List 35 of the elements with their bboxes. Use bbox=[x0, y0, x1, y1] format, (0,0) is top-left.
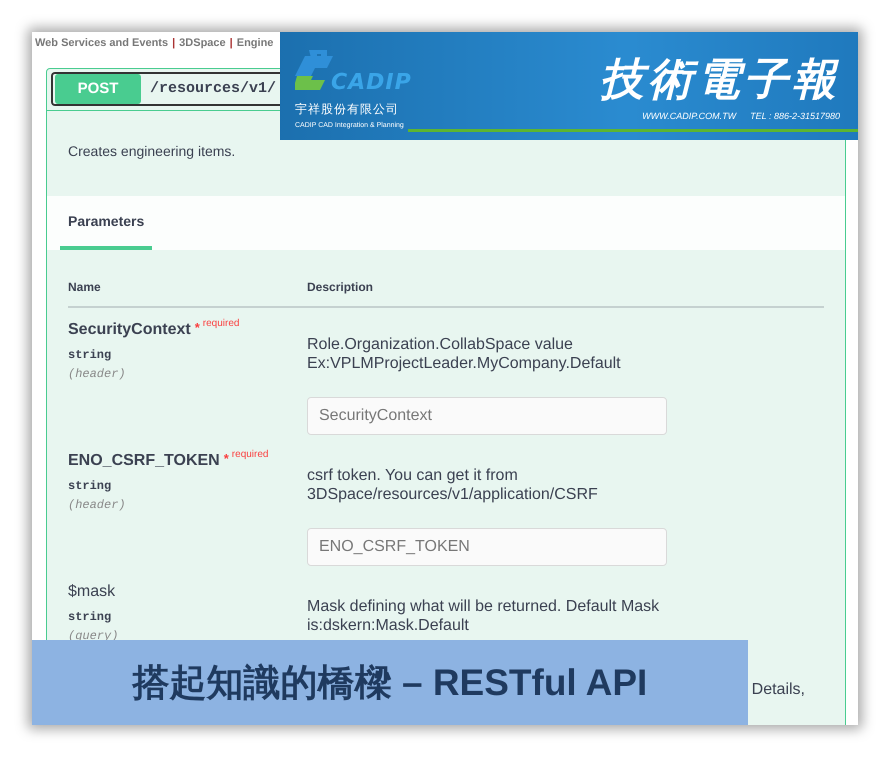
parameters-tab[interactable]: Parameters bbox=[60, 196, 152, 250]
parameter-description: Role.Organization.CollabSpace value Ex:VPLMProjectLeader.MyCompany.Default bbox=[307, 335, 622, 373]
parameter-type: string bbox=[68, 610, 112, 624]
breadcrumb-link[interactable]: Web Services and Events bbox=[35, 34, 168, 52]
newsletter-title: 技術電子報 bbox=[600, 58, 840, 102]
endpoint-path: /resources/v1/ bbox=[149, 78, 276, 99]
website-text: WWW.CADIP.COM.TW bbox=[642, 110, 736, 123]
column-header: Name bbox=[68, 280, 101, 294]
breadcrumb-link[interactable]: 3DSpace bbox=[179, 34, 226, 52]
caption-title: 搭起知識的橋樑 – RESTful API bbox=[132, 660, 648, 705]
parameter-description: csrf token. You can get it from 3DSpace/resources/v1/application/CSRF bbox=[307, 466, 599, 504]
required-asterisk: * bbox=[224, 451, 229, 466]
breadcrumb-link[interactable]: Engine bbox=[236, 34, 274, 52]
parameter-description: Mask defining what will be returned. Default Mask is:dskern:Mask.Default bbox=[307, 597, 660, 635]
parameter-input[interactable]: SecurityContext bbox=[307, 397, 667, 435]
required-label: required bbox=[202, 318, 240, 329]
method-badge: POST bbox=[55, 74, 141, 104]
parameter-input[interactable]: ENO_CSRF_TOKEN bbox=[307, 528, 667, 566]
breadcrumb-separator: | bbox=[172, 36, 176, 51]
phone-text: TEL : 886-2-31517980 bbox=[750, 110, 840, 123]
parameter-name: SecurityContext bbox=[68, 321, 191, 338]
parameter-type: string bbox=[68, 348, 112, 362]
parameter-name: $mask bbox=[68, 583, 116, 600]
column-header: Description bbox=[307, 280, 374, 294]
parameter-name: ENO_CSRF_TOKEN bbox=[68, 452, 220, 469]
parameter-location: (header) bbox=[68, 367, 126, 381]
operation-description: Creates engineering items. bbox=[68, 143, 236, 159]
parameter-description: Details, bbox=[752, 680, 805, 699]
company-name: 宇祥股份有限公司 bbox=[295, 101, 400, 118]
required-label: required bbox=[232, 449, 268, 460]
operation-summary-bar[interactable]: POST /resources/v1/ bbox=[51, 72, 280, 106]
breadcrumb-separator: | bbox=[230, 36, 233, 51]
required-asterisk: * bbox=[194, 320, 200, 335]
parameter-location: (header) bbox=[68, 498, 126, 512]
parameter-type: string bbox=[68, 479, 112, 493]
